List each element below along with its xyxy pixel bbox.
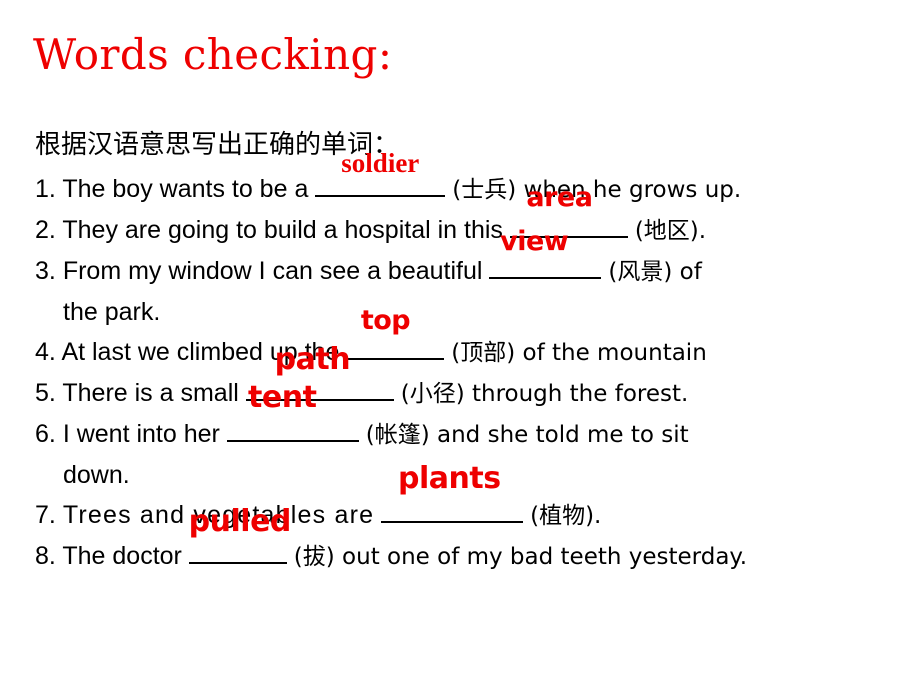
question-text-before-1: The boy wants to be a — [62, 175, 309, 203]
question-item-8: 8. The doctor pulled (拔) out one of my b… — [35, 504, 915, 577]
answer-word-6: tent — [248, 380, 317, 415]
answer-blank-6[interactable]: tent — [226, 380, 359, 442]
question-text-after-2: (地区). — [634, 218, 707, 244]
question-text-before-3: From my window I can see a beautiful — [62, 257, 483, 285]
page-title: Words checking: — [33, 30, 393, 79]
instruction-text: 根据汉语意思写出正确的单词： — [35, 130, 400, 160]
answer-word-2: area — [526, 182, 593, 213]
question-text-before-5: There is a small — [62, 379, 239, 407]
question-text-after-8: (拔) out one of my bad teeth yesterday. — [293, 544, 748, 570]
question-text-after-5: (小径) through the forest. — [400, 381, 689, 407]
question-number-4: 4. — [35, 338, 56, 366]
question-item-3: 3. From my window I can see a beautiful … — [35, 226, 915, 292]
answer-word-8: pulled — [188, 504, 292, 539]
answer-blank-8[interactable]: pulled — [189, 504, 291, 564]
answer-blank-3[interactable]: view — [489, 226, 602, 279]
answer-word-4: top — [360, 305, 411, 336]
answer-word-3: view — [500, 226, 569, 257]
question-number-2: 2. — [35, 216, 56, 244]
question-item-4: 4. At last we climbed up the top (顶部) of… — [35, 305, 915, 373]
question-item-2: 2. They are going to build a hospital in… — [35, 182, 915, 251]
answer-blank-4[interactable]: top — [346, 305, 445, 360]
question-text-after-1: (士兵) when he grows up. — [452, 177, 742, 203]
answer-blank-7[interactable]: plants — [381, 461, 524, 523]
question-text-before-2: They are going to build a hospital in th… — [62, 216, 503, 244]
question-text-before-6: I went into her — [62, 420, 220, 448]
question-number-6: 6. — [35, 420, 56, 448]
answer-word-7: plants — [398, 461, 501, 496]
question-number-8: 8. — [35, 542, 56, 570]
question-number-1: 1. — [35, 175, 56, 203]
exercise-body: 根据汉语意思写出正确的单词： 1. The boy wants to be a … — [35, 128, 915, 577]
question-item-1: 1. The boy wants to be a soldier (士兵) wh… — [35, 148, 915, 210]
question-item-6: 6. I went into her tent (帐篷) and she tol… — [35, 380, 915, 455]
answer-word-1: soldier — [341, 148, 420, 178]
question-number-5: 5. — [35, 379, 56, 407]
question-text-after-7: (植物). — [530, 503, 602, 529]
answer-blank-1[interactable]: soldier — [315, 148, 446, 197]
question-number-7: 7. — [35, 501, 56, 529]
question-continuation-3: the park. — [63, 298, 161, 326]
question-text-after-6: (帐篷) and she told me to sit — [365, 422, 689, 448]
question-number-3: 3. — [35, 257, 56, 285]
question-item-5: 5. There is a small path (小径) through th… — [35, 342, 915, 414]
question-text-after-3: (风景) of — [608, 259, 702, 285]
question-item-7: 7. Trees and vegetables are plants (植物). — [35, 461, 915, 536]
question-text-before-8: The doctor — [62, 542, 182, 570]
slide-canvas: Words checking: 根据汉语意思写出正确的单词： 1. The bo… — [0, 0, 920, 690]
question-text-after-4: (顶部) of the mountain — [451, 340, 707, 366]
answer-word-5: path — [274, 342, 351, 377]
